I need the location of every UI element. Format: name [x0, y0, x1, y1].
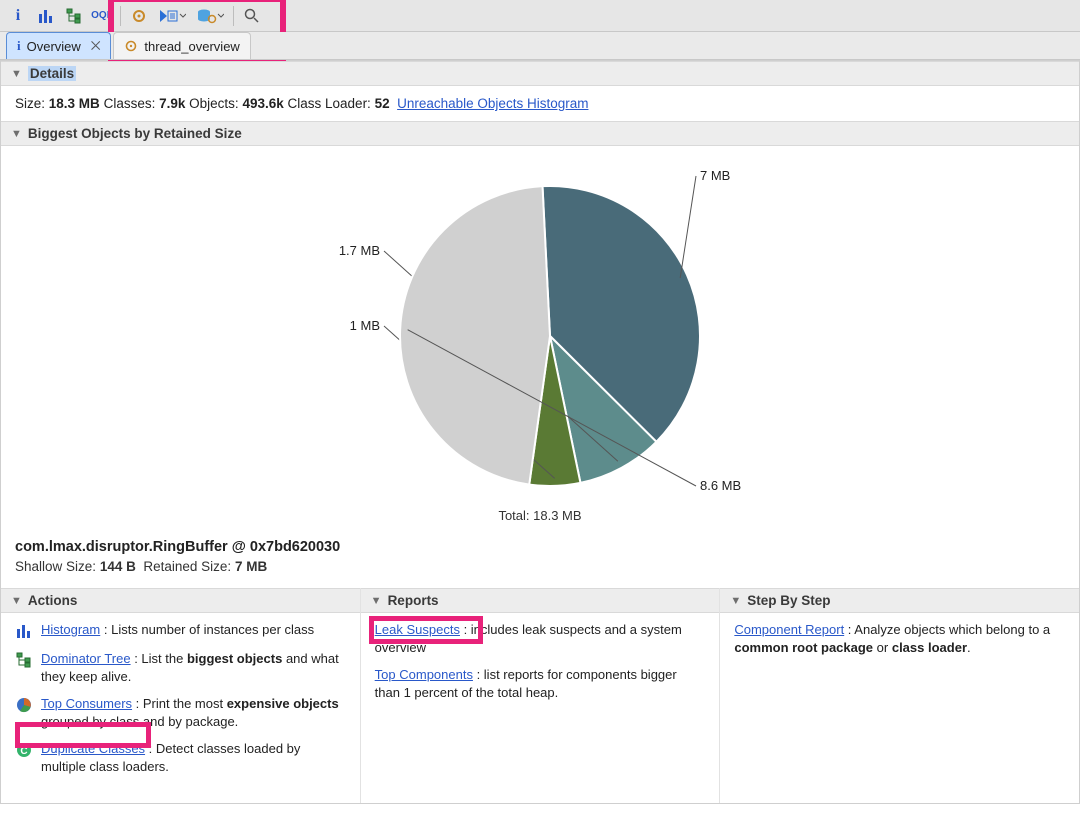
section-header-details[interactable]: ▼ Details [1, 61, 1079, 86]
pie-chart: 7 MB 1.7 MB 1 MB 8.6 MB [270, 156, 810, 506]
action-row: Histogram : Lists number of instances pe… [15, 621, 346, 640]
selected-object-info: com.lmax.disruptor.RingBuffer @ 0x7bd620… [1, 533, 1079, 588]
tab-close-icon[interactable]: ⨉ [91, 39, 101, 54]
histogram-icon [15, 622, 33, 640]
chart-total-label: Total: 18.3 MB [498, 508, 581, 523]
dup-icon: C [15, 741, 33, 759]
pie-slice-label: 8.6 MB [700, 478, 741, 493]
action-link[interactable]: Top Components [375, 667, 473, 682]
tab-label: thread_overview [144, 39, 239, 54]
info-icon[interactable]: i [6, 4, 30, 28]
tab-bar: i Overview ⨉ thread_overview [0, 32, 1080, 60]
section-header-biggest[interactable]: ▼ Biggest Objects by Retained Size [1, 121, 1079, 146]
action-link[interactable]: Histogram [41, 622, 100, 637]
action-link[interactable]: Top Consumers [41, 696, 132, 711]
pie-slice[interactable] [400, 186, 550, 484]
action-link[interactable]: Component Report [734, 622, 844, 637]
panel-stepbystep: ▼ Step By Step Component Report : Analyz… [720, 588, 1079, 803]
unreachable-histogram-link[interactable]: Unreachable Objects Histogram [397, 96, 588, 111]
action-row: Top Consumers : Print the most expensive… [15, 695, 346, 730]
collapse-arrow-icon: ▼ [11, 128, 22, 140]
action-row: Top Components : list reports for compon… [375, 666, 706, 701]
main-content: ▼ Details Size: 18.3 MB Classes: 7.9k Ob… [0, 60, 1080, 804]
svg-text:C: C [20, 746, 27, 757]
section-title: Actions [28, 593, 78, 608]
tab-thread-overview[interactable]: thread_overview [113, 32, 250, 59]
tree-icon [15, 651, 33, 669]
search-icon[interactable] [240, 4, 264, 28]
pie-slice-label: 7 MB [700, 168, 730, 183]
section-header-reports[interactable]: ▼ Reports [361, 588, 720, 613]
collapse-arrow-icon: ▼ [11, 68, 22, 80]
consumers-icon [15, 696, 33, 714]
run-list-icon[interactable] [155, 4, 189, 28]
action-row: Leak Suspects : includes leak suspects a… [375, 621, 706, 656]
action-link[interactable]: Leak Suspects [375, 622, 460, 637]
section-header-actions[interactable]: ▼ Actions [1, 588, 360, 613]
section-title: Step By Step [747, 593, 830, 608]
collapse-arrow-icon: ▼ [371, 595, 382, 607]
action-row: Component Report : Analyze objects which… [734, 621, 1065, 656]
gear-icon [124, 39, 138, 53]
pie-slice-label: 1 MB [350, 318, 380, 333]
panel-actions: ▼ Actions Histogram : Lists number of in… [1, 588, 361, 803]
pie-slice-label: 1.7 MB [339, 243, 380, 258]
histogram-icon[interactable] [34, 4, 58, 28]
panel-reports: ▼ Reports Leak Suspects : includes leak … [361, 588, 721, 803]
bottom-panels: ▼ Actions Histogram : Lists number of in… [1, 588, 1079, 803]
collapse-arrow-icon: ▼ [730, 595, 741, 607]
section-title: Biggest Objects by Retained Size [28, 126, 242, 141]
info-icon: i [17, 38, 21, 54]
main-toolbar: i OQL [0, 0, 1080, 32]
tab-overview[interactable]: i Overview ⨉ [6, 32, 111, 59]
section-title: Details [28, 66, 76, 81]
section-title: Reports [388, 593, 439, 608]
query-history-icon[interactable] [193, 4, 227, 28]
oql-icon[interactable]: OQL [90, 4, 114, 28]
action-link[interactable]: Duplicate Classes [41, 741, 145, 756]
action-row: CDuplicate Classes : Detect classes load… [15, 740, 346, 775]
action-link[interactable]: Dominator Tree [41, 651, 131, 666]
tab-label: Overview [27, 39, 81, 54]
gear-icon[interactable] [127, 4, 151, 28]
object-name: com.lmax.disruptor.RingBuffer @ 0x7bd620… [15, 539, 1065, 555]
pie-chart-area: 7 MB 1.7 MB 1 MB 8.6 MB Total: 18.3 MB [1, 146, 1079, 533]
action-row: Dominator Tree : List the biggest object… [15, 650, 346, 685]
collapse-arrow-icon: ▼ [11, 595, 22, 607]
details-summary: Size: 18.3 MB Classes: 7.9k Objects: 493… [1, 86, 1079, 121]
section-header-stepbystep[interactable]: ▼ Step By Step [720, 588, 1079, 613]
tree-icon[interactable] [62, 4, 86, 28]
